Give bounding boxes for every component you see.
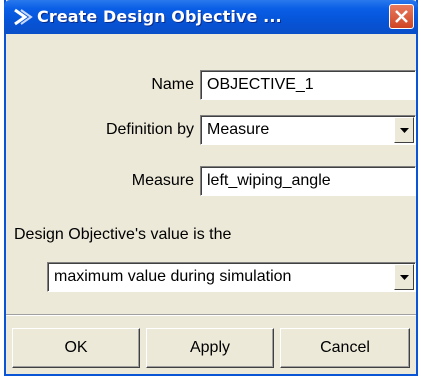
name-field[interactable]: OBJECTIVE_1 <box>200 70 416 100</box>
title-bar[interactable]: Create Design Objective ... <box>4 0 418 34</box>
window-title: Create Design Objective ... <box>37 7 282 26</box>
cancel-button[interactable]: Cancel <box>280 328 410 368</box>
close-button[interactable] <box>389 4 414 29</box>
separator <box>6 314 416 316</box>
create-design-objective-dialog: Create Design Objective ... Name OBJECTI… <box>4 0 418 376</box>
measure-label: Measure <box>131 172 194 189</box>
ok-button[interactable]: OK <box>12 328 140 368</box>
measure-field[interactable]: left_wiping_angle <box>200 166 416 196</box>
definition-by-value: Measure <box>207 121 270 138</box>
value-type-value: maximum value during simulation <box>54 268 292 285</box>
chevron-down-icon <box>400 128 409 133</box>
definition-by-label: Definition by <box>105 121 194 138</box>
objective-value-label: Design Objective's value is the <box>14 226 232 243</box>
definition-by-select[interactable]: Measure <box>200 115 416 145</box>
chevron-down-icon <box>400 275 409 280</box>
apply-button[interactable]: Apply <box>146 328 274 368</box>
name-label: Name <box>151 76 194 93</box>
value-type-dropdown-button[interactable] <box>394 264 414 290</box>
close-icon <box>395 10 408 23</box>
adams-chevron-icon <box>12 6 34 28</box>
value-type-select[interactable]: maximum value during simulation <box>47 262 416 292</box>
definition-dropdown-button[interactable] <box>394 117 414 143</box>
